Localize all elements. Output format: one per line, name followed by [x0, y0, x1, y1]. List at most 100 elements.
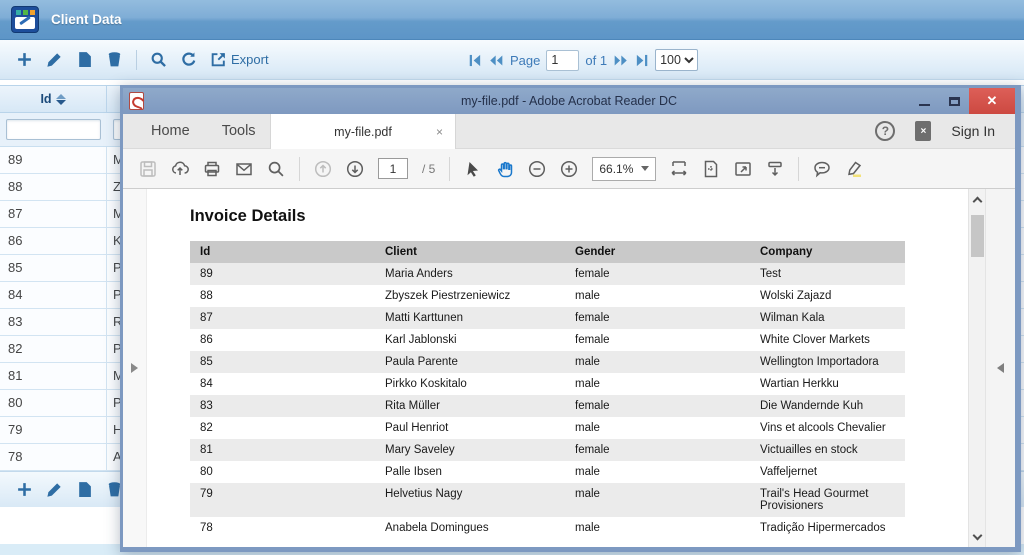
first-page-button[interactable]: [468, 54, 483, 67]
comment-button[interactable]: [813, 160, 831, 178]
client-data-titlebar: Client Data: [0, 0, 1024, 40]
last-page-button[interactable]: [634, 54, 649, 67]
table-row: 85Paula ParentemaleWellington Importador…: [190, 351, 905, 373]
cell-id: 80: [0, 390, 107, 416]
fullscreen-button[interactable]: [734, 160, 752, 178]
fit-page-button[interactable]: [702, 160, 720, 178]
table-row: 81Mary SaveleyfemaleVictuailles en stock: [190, 439, 905, 461]
zoom-level-select[interactable]: 66.1%: [592, 157, 656, 181]
next-page-button[interactable]: [346, 160, 364, 178]
new-document-button[interactable]: [76, 51, 93, 68]
refresh-button[interactable]: [180, 51, 197, 68]
new-document-button-footer[interactable]: [76, 481, 93, 498]
expand-tools-pane-icon: [997, 363, 1004, 373]
plus-icon: [16, 481, 33, 498]
share-upload-button[interactable]: [171, 160, 189, 178]
page-number-input[interactable]: [546, 50, 579, 71]
select-tool-button[interactable]: [464, 160, 482, 178]
sign-in-button[interactable]: Sign In: [951, 123, 995, 139]
printer-icon: [203, 160, 221, 178]
tools-pane-toggle[interactable]: [985, 189, 1015, 547]
minimize-button[interactable]: [909, 88, 939, 114]
pdf-app-icon: [129, 92, 144, 110]
search-button[interactable]: [150, 51, 167, 68]
refresh-icon: [180, 51, 197, 68]
close-tab-icon[interactable]: ×: [436, 125, 443, 139]
find-button[interactable]: [267, 160, 285, 178]
app-title: Client Data: [51, 12, 122, 27]
zoom-out-button[interactable]: [528, 160, 546, 178]
dock-toolbar-button[interactable]: [766, 160, 784, 178]
fit-page-icon: [702, 160, 720, 178]
tablet-x-icon: ×: [920, 126, 926, 137]
edit-record-button-footer[interactable]: [46, 481, 63, 498]
help-icon: ?: [882, 124, 889, 138]
previous-page-button[interactable]: [489, 54, 504, 67]
cell-id: 83: [0, 309, 107, 335]
delete-record-button[interactable]: [106, 51, 123, 68]
minimize-icon: [919, 104, 930, 106]
cell-id: 81: [0, 363, 107, 389]
zoom-level-value: 66.1%: [599, 162, 633, 176]
plus-circle-icon: [560, 160, 578, 178]
scrollbar-thumb[interactable]: [971, 215, 984, 257]
cell-id: 85: [0, 255, 107, 281]
envelope-icon: [235, 160, 253, 178]
acrobat-titlebar[interactable]: my-file.pdf - Adobe Acrobat Reader DC ✕: [123, 88, 1015, 114]
page-label: Page: [510, 53, 540, 68]
table-row: 80Palle IbsenmaleVaffeljernet: [190, 461, 905, 483]
invoice-table: Id Client Gender Company 89Maria Andersf…: [190, 241, 905, 539]
trash-icon: [106, 51, 123, 68]
previous-page-button[interactable]: [314, 160, 332, 178]
tab-document[interactable]: my-file.pdf ×: [270, 114, 456, 149]
next-page-button[interactable]: [613, 54, 628, 67]
table-row: 87Matti KarttunenfemaleWilman Kala: [190, 307, 905, 329]
page-of-label: of 1: [585, 53, 607, 68]
mobile-app-button[interactable]: ×: [915, 121, 931, 141]
grid-header-id[interactable]: Id: [0, 86, 107, 112]
close-window-button[interactable]: ✕: [969, 88, 1015, 114]
search-icon: [150, 51, 167, 68]
help-button[interactable]: ?: [875, 121, 895, 141]
navigation-pane-toggle[interactable]: [123, 189, 147, 547]
tab-tools[interactable]: Tools: [222, 123, 256, 139]
cell-id: 88: [0, 174, 107, 200]
add-record-button[interactable]: [16, 51, 33, 68]
floppy-icon: [139, 160, 157, 178]
invoice-table-header: Id Client Gender Company: [190, 241, 905, 263]
toolbar-separator: [136, 50, 137, 70]
cell-id: 84: [0, 282, 107, 308]
zoom-in-button[interactable]: [560, 160, 578, 178]
plus-icon: [16, 51, 33, 68]
scroll-down-button[interactable]: [969, 529, 985, 545]
cell-id: 87: [0, 201, 107, 227]
add-record-button-footer[interactable]: [16, 481, 33, 498]
acrobat-tab-bar: Home Tools my-file.pdf × ? × Sign In: [123, 114, 1015, 149]
close-icon: ✕: [987, 93, 998, 109]
cell-id: 82: [0, 336, 107, 362]
pencil-icon: [46, 51, 63, 68]
print-button[interactable]: [203, 160, 221, 178]
sort-icon[interactable]: [56, 94, 66, 105]
fit-width-button[interactable]: [670, 160, 688, 178]
email-button[interactable]: [235, 160, 253, 178]
maximize-button[interactable]: [939, 88, 969, 114]
chevron-up-icon: [972, 196, 982, 206]
page-size-select[interactable]: 100: [655, 49, 698, 71]
pencil-icon: [46, 481, 63, 498]
col-id: Id: [190, 241, 375, 263]
save-button[interactable]: [139, 160, 157, 178]
current-page-input[interactable]: [378, 158, 408, 179]
highlight-button[interactable]: [845, 160, 863, 178]
edit-record-button[interactable]: [46, 51, 63, 68]
vertical-scrollbar[interactable]: [968, 189, 985, 547]
id-filter-input[interactable]: [6, 119, 101, 140]
scroll-up-button[interactable]: [969, 191, 985, 207]
hand-tool-button[interactable]: [496, 160, 514, 178]
tab-home[interactable]: Home: [151, 123, 190, 139]
acrobat-content-area: Invoice Details Id Client Gender Company…: [123, 189, 1015, 547]
export-button[interactable]: Export: [210, 51, 269, 68]
cloud-upload-icon: [171, 160, 189, 178]
toolbar-separator: [299, 157, 300, 181]
toolbar-separator: [449, 157, 450, 181]
